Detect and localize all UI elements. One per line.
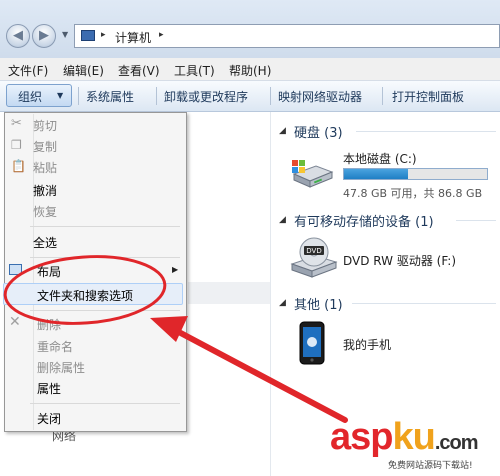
watermark-logo: aspku.com [330, 416, 479, 459]
watermark-ku: ku [392, 416, 435, 458]
highlight-circle [3, 255, 167, 325]
annotation-overlay [3, 255, 348, 423]
watermark-dotcom: .com [434, 432, 479, 454]
watermark-asp: asp [330, 416, 393, 458]
pointer-arrow [150, 316, 348, 423]
watermark-tagline: 免费网站源码下载站! [388, 461, 473, 471]
